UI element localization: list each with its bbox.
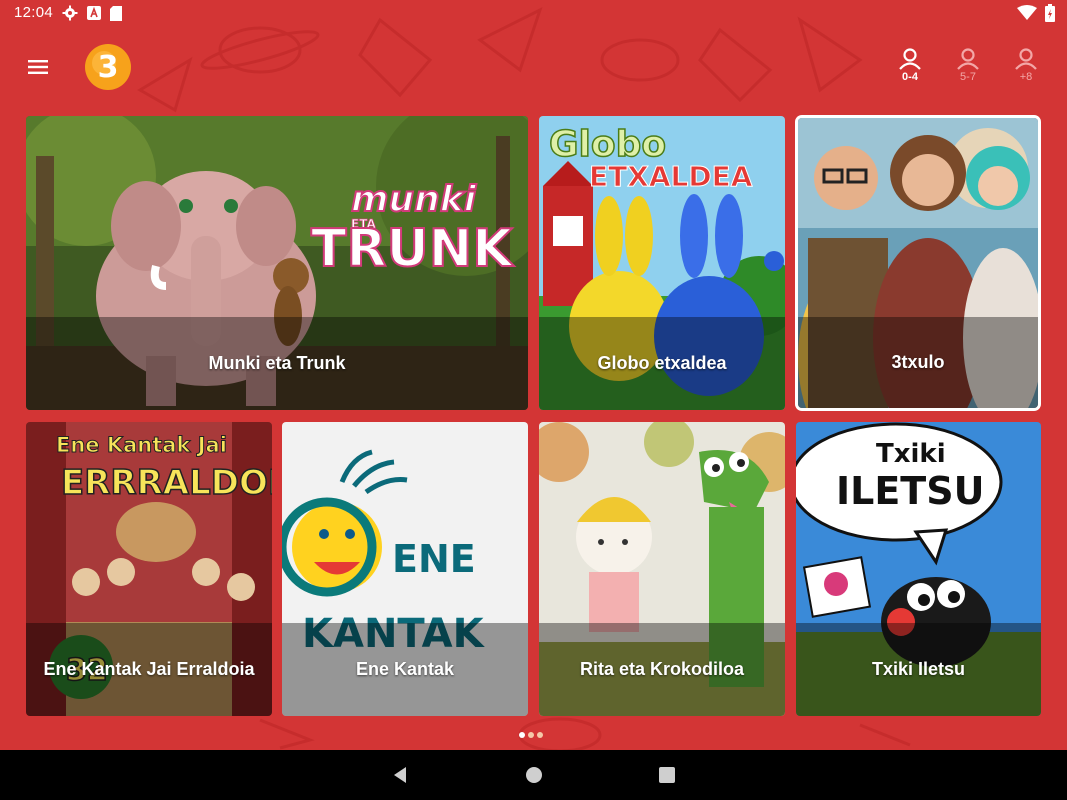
child-profile-icon [899, 48, 921, 70]
child-profile-icon [1015, 48, 1037, 70]
art-title-line: Ene Kantak Jai [56, 433, 227, 457]
show-title: 3txulo [891, 352, 945, 372]
page-dot[interactable] [519, 732, 525, 738]
art-title-line: ETXALDEA [589, 160, 753, 193]
caption-band: Rita eta Krokodiloa [539, 623, 785, 716]
tab-age-8-plus[interactable]: +8 [1003, 48, 1049, 88]
show-card-txiki-iletsu[interactable]: Txiki ILETSU Txiki Iletsu [796, 422, 1041, 716]
caption-band: Ene Kantak [282, 623, 528, 716]
wifi-icon [1017, 5, 1037, 20]
art-title-line: ERRRALDOIA [61, 463, 272, 503]
settings-icon [62, 5, 78, 21]
app-screen: 12:04 3 0-4 5-7 +8 munki ETA TRUNK Munki… [0, 0, 1067, 750]
child-profile-icon [957, 48, 979, 70]
page-dot[interactable] [537, 732, 543, 738]
page-indicator [519, 732, 543, 738]
age-tab-label: 0-4 [902, 71, 918, 83]
logo-text: 3 [98, 50, 119, 85]
art-title-line: munki [351, 179, 477, 220]
status-bar: 12:04 [0, 0, 1067, 26]
caption-band: 3txulo [798, 317, 1038, 408]
show-title: Txiki Iletsu [871, 659, 966, 679]
caption-band: Txiki Iletsu [796, 623, 1041, 716]
recents-icon [659, 767, 675, 783]
show-card-rita-eta-krokodiloa[interactable]: Rita eta Krokodiloa [539, 422, 785, 716]
system-nav-bar [0, 750, 1067, 800]
art-title-line: ILETSU [836, 469, 984, 513]
art-title-line: ENE [392, 537, 476, 581]
art-title-line: Globo [549, 124, 666, 165]
tab-age-5-7[interactable]: 5-7 [945, 48, 991, 88]
show-card-ene-kantak[interactable]: ENE KANTAK Ene Kantak [282, 422, 528, 716]
age-filter-tabs: 0-4 5-7 +8 [887, 48, 1049, 88]
caption-band: Ene Kantak Jai Erraldoia [26, 623, 272, 716]
age-tab-label: +8 [1019, 71, 1033, 83]
caption-band: Globo etxaldea [539, 317, 785, 410]
art-title-line: Txiki [876, 439, 946, 469]
show-title: Ene Kantak [355, 659, 455, 679]
eitb3-logo[interactable]: 3 [84, 43, 132, 91]
art-title-line: TRUNK [311, 219, 514, 279]
show-title: Globo etxaldea [597, 353, 727, 373]
show-card-ene-kantak-jai-erraldoia[interactable]: Ene Kantak Jai ERRRALDOIA 32 Ene Kantak … [26, 422, 272, 716]
hamburger-menu-button[interactable] [24, 54, 52, 80]
back-button[interactable] [389, 764, 411, 786]
show-title: Rita eta Krokodiloa [579, 659, 745, 679]
a-badge-icon [87, 6, 101, 20]
status-time: 12:04 [14, 4, 54, 21]
show-title: Ene Kantak Jai Erraldoia [43, 659, 255, 679]
home-button[interactable] [523, 764, 545, 786]
tab-age-0-4[interactable]: 0-4 [887, 48, 933, 88]
battery-icon [1045, 4, 1055, 22]
home-icon [526, 767, 542, 783]
sd-card-icon [110, 5, 122, 21]
age-tab-label: 5-7 [960, 71, 976, 83]
show-card-globo-etxaldea[interactable]: Globo ETXALDEA Globo etxaldea [539, 116, 785, 410]
caption-band: Munki eta Trunk [26, 317, 528, 410]
show-card-3txulo[interactable]: 3txulo [798, 118, 1038, 408]
recents-button[interactable] [656, 764, 678, 786]
hamburger-menu-icon [28, 60, 48, 74]
show-title: Munki eta Trunk [208, 353, 346, 373]
back-icon [394, 767, 406, 783]
show-card-munki-eta-trunk[interactable]: munki ETA TRUNK Munki eta Trunk [26, 116, 528, 410]
page-dot[interactable] [528, 732, 534, 738]
